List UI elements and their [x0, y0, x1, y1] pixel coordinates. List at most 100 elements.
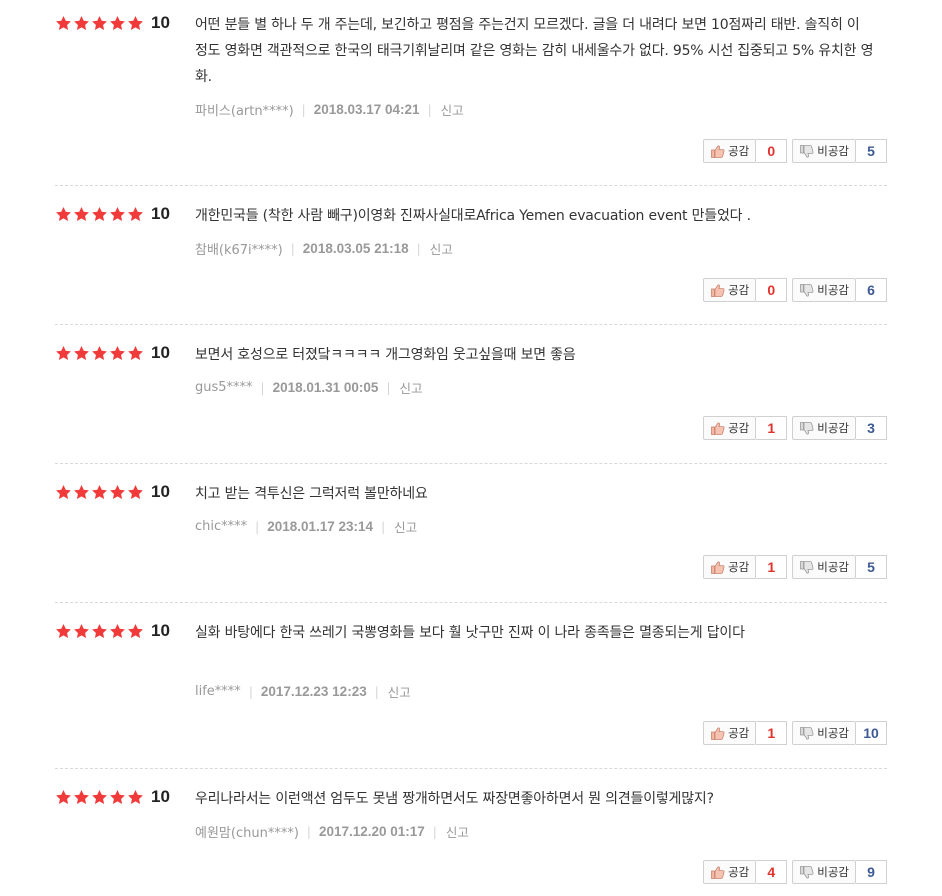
star-icon [127, 789, 144, 806]
review-date: 2018.01.17 23:14 [267, 519, 374, 534]
review-text: 보면서 호성으로 터졌닼ㅋㅋㅋㅋ 개그영화임 웃고싶을때 보면 좋음 [195, 347, 576, 363]
thumbs-down-icon [800, 726, 814, 739]
review-item: 10 개한민국들 (착한 사람 빼구)이영화 진짜사실대로Africa Yeme… [55, 203, 887, 325]
review-list: 10 어떤 분들 별 하나 두 개 주는데, 보긴하고 평점을 주는건지 모르겠… [0, 0, 942, 896]
divider: | [255, 519, 260, 534]
star-rating [55, 484, 144, 501]
review-item: 10 우리나라서는 이런액션 엄두도 못냄 짱개하면서도 짜장면좋아하면서 뭔 … [55, 786, 887, 896]
star-icon [55, 15, 72, 32]
author-name[interactable]: life**** [195, 684, 241, 699]
review-meta: life**** | 2017.12.23 12:23 | 신고 [195, 682, 411, 701]
author-name[interactable]: chic**** [195, 519, 247, 534]
dislike-count: 10 [856, 721, 887, 745]
review-text: 우리나라서는 이런액션 엄두도 못냄 짱개하면서도 짜장면좋아하면서 뭔 의견들… [195, 791, 714, 807]
divider: | [432, 824, 437, 839]
like-button[interactable]: 공감 [703, 278, 757, 302]
review-meta: gus5**** | 2018.01.31 00:05 | 신고 [195, 378, 423, 397]
thumbs-down-icon [800, 283, 814, 296]
thumbs-up-icon [711, 727, 725, 740]
star-icon [73, 345, 90, 362]
star-icon [109, 206, 126, 223]
dislike-label: 비공감 [817, 144, 849, 158]
star-icon [73, 206, 90, 223]
dislike-label: 비공감 [817, 283, 849, 297]
review-date: 2018.03.05 21:18 [302, 241, 409, 256]
report-link[interactable]: 신고 [394, 517, 417, 536]
star-icon [127, 623, 144, 640]
like-button[interactable]: 공감 [703, 860, 757, 884]
author-name[interactable]: 참배(k67i****) [195, 239, 283, 258]
star-icon [127, 206, 144, 223]
review-text: 치고 받는 격투신은 그럭저럭 볼만하네요 [195, 486, 428, 502]
review-date: 2018.03.17 04:21 [313, 102, 420, 117]
report-link[interactable]: 신고 [446, 822, 469, 841]
dislike-button[interactable]: 비공감 [792, 278, 856, 302]
like-button[interactable]: 공감 [703, 139, 757, 163]
dislike-button[interactable]: 비공감 [792, 416, 856, 440]
rating: 10 [55, 481, 170, 503]
divider: | [260, 380, 265, 395]
author-name[interactable]: gus5**** [195, 380, 253, 395]
star-rating [55, 206, 144, 223]
like-label: 공감 [728, 283, 750, 297]
vote-group: 공감 1 비공감 5 [703, 555, 887, 579]
dislike-label: 비공감 [817, 726, 849, 740]
thumbs-up-icon [711, 561, 725, 574]
review-meta: 예원맘(chun****) | 2017.12.20 01:17 | 신고 [195, 822, 469, 841]
review-date: 2018.01.31 00:05 [272, 380, 379, 395]
like-count: 0 [756, 139, 788, 163]
rating: 10 [55, 620, 170, 642]
dislike-button[interactable]: 비공감 [792, 555, 856, 579]
dislike-count: 9 [856, 860, 887, 884]
like-count: 1 [756, 721, 788, 745]
review-item: 10 보면서 호성으로 터졌닼ㅋㅋㅋㅋ 개그영화임 웃고싶을때 보면 좋음 gu… [55, 342, 887, 464]
like-button[interactable]: 공감 [703, 416, 757, 440]
review-date: 2017.12.20 01:17 [318, 824, 425, 839]
dislike-button[interactable]: 비공감 [792, 860, 856, 884]
dislike-button[interactable]: 비공감 [792, 139, 856, 163]
review-text: 실화 바탕에다 한국 쓰레기 국뽕영화들 보다 훨 낫구만 진짜 이 나라 종족… [195, 625, 745, 641]
star-icon [91, 789, 108, 806]
review-text: 개한민국들 (착한 사람 빼구)이영화 진짜사실대로Africa Yemen e… [195, 208, 751, 224]
dislike-button[interactable]: 비공감 [792, 721, 856, 745]
score-number: 10 [151, 621, 170, 640]
star-icon [127, 345, 144, 362]
thumbs-down-icon [800, 421, 814, 434]
star-rating [55, 789, 144, 806]
review-text: 어떤 분들 별 하나 두 개 주는데, 보긴하고 평점을 주는건지 모르겠다. … [195, 17, 874, 85]
star-icon [91, 484, 108, 501]
score-number: 10 [151, 204, 170, 223]
author-name[interactable]: 파비스(artn****) [195, 100, 294, 119]
thumbs-up-icon [711, 422, 725, 435]
rating: 10 [55, 203, 170, 225]
report-link[interactable]: 신고 [430, 239, 453, 258]
like-button[interactable]: 공감 [703, 555, 757, 579]
rating: 10 [55, 786, 170, 808]
star-icon [55, 345, 72, 362]
dislike-label: 비공감 [817, 421, 849, 435]
like-button[interactable]: 공감 [703, 721, 757, 745]
report-link[interactable]: 신고 [400, 378, 423, 397]
like-count: 4 [756, 860, 788, 884]
star-icon [73, 484, 90, 501]
report-link[interactable]: 신고 [388, 682, 411, 701]
star-icon [55, 789, 72, 806]
divider: | [427, 102, 432, 117]
star-icon [55, 623, 72, 640]
review-meta: chic**** | 2018.01.17 23:14 | 신고 [195, 517, 417, 536]
star-icon [73, 623, 90, 640]
thumbs-up-icon [711, 145, 725, 158]
dislike-count: 5 [856, 555, 887, 579]
star-icon [109, 484, 126, 501]
star-rating [55, 345, 144, 362]
vote-group: 공감 4 비공감 9 [703, 860, 887, 884]
author-name[interactable]: 예원맘(chun****) [195, 822, 299, 841]
star-rating [55, 15, 144, 32]
star-rating [55, 623, 144, 640]
report-link[interactable]: 신고 [441, 100, 464, 119]
like-label: 공감 [728, 144, 750, 158]
star-icon [91, 345, 108, 362]
star-icon [91, 15, 108, 32]
thumbs-up-icon [711, 284, 725, 297]
star-icon [55, 484, 72, 501]
